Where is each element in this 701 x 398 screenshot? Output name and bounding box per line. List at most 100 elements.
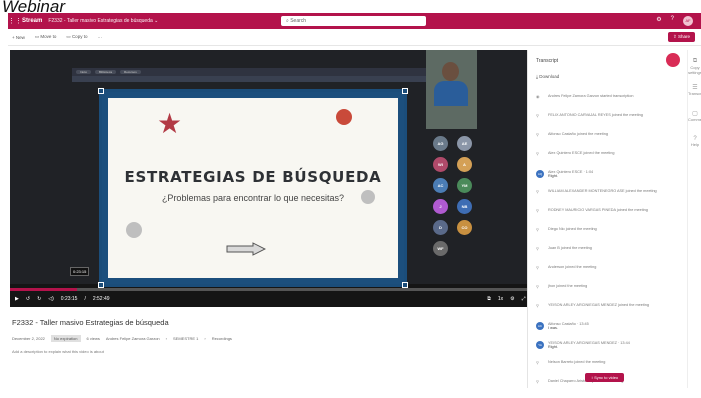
speed-button[interactable]: 1x	[498, 296, 503, 302]
page-caption: Webinar	[2, 0, 65, 13]
transcript-entry[interactable]: ⚲ Alex Quintero ESCE joined the meeting	[536, 151, 681, 170]
rail-item[interactable]: ☰Transcript	[688, 84, 701, 96]
record-icon[interactable]	[666, 53, 680, 67]
person-joined-icon: ⚲	[536, 266, 539, 270]
transcript-entry[interactable]: YA YEISON ARLEY ARCINIEGAS MENDEZ · 13:44…	[536, 341, 681, 360]
expiry-badge[interactable]: No expiration	[50, 335, 81, 342]
comments-icon: ▢	[692, 111, 698, 117]
command-bar: + New ▭ Move to ▭ Copy to ··· ⇪ Share	[8, 29, 701, 46]
participant-avatar: WI	[433, 157, 448, 172]
shared-tab: Recursos	[120, 70, 141, 74]
document-name: F2332 - Taller masivo Estrategias de bús…	[48, 18, 153, 24]
speech-block: Alfonso Castaño · 13:45 I was.	[548, 322, 589, 330]
participant-avatar: AG	[433, 136, 448, 151]
copy-to-button[interactable]: ▭ Copy to	[66, 34, 87, 40]
speaker-avatar: YA	[536, 341, 544, 349]
search-placeholder: Search	[290, 18, 307, 24]
frame-corner	[402, 88, 408, 94]
transcript-entry[interactable]: ⚲ Anderson joined the meeting	[536, 265, 681, 284]
transcript-entry[interactable]: ⚲ Alfonso Castaño joined the meeting	[536, 132, 681, 151]
transcript-entry[interactable]: AQ Alex Quintero ESCE · 1:04 Right.	[536, 170, 681, 189]
transcript-entry[interactable]: ⚲ Diego Nio joined the meeting	[536, 227, 681, 246]
transcription-icon: ◉	[536, 95, 540, 99]
transcript-entry[interactable]: ⚲ Juan B joined the meeting	[536, 246, 681, 265]
participant-avatar: D	[433, 220, 448, 235]
forward-icon[interactable]: ↻	[37, 296, 41, 302]
captions-icon[interactable]: ⧉	[487, 296, 491, 302]
transcript-panel: Transcript ⤓ Download ◉ Andres Felipe Zam…	[527, 50, 687, 388]
views-count: 6 views	[86, 336, 100, 341]
speech-block: YEISON ARLEY ARCINIEGAS MENDEZ · 13:44 Ri…	[548, 341, 630, 349]
transcript-entry[interactable]: AC Alfonso Castaño · 13:45 I was.	[536, 322, 681, 341]
settings-icon[interactable]: ⚙	[510, 296, 514, 302]
participant-avatar: A	[457, 157, 472, 172]
rewind-icon[interactable]: ↺	[26, 296, 30, 302]
description-field[interactable]: Add a description to explain what this v…	[12, 349, 522, 354]
help-icon[interactable]: ?	[671, 16, 674, 26]
video-player[interactable]: Inicio Biblioteca Recursos ★ ESTRATEGIAS…	[10, 50, 527, 307]
more-button[interactable]: ···	[97, 35, 102, 40]
app-launcher-icon[interactable]: ⋮⋮	[8, 17, 22, 25]
video-frame[interactable]: Inicio Biblioteca Recursos ★ ESTRATEGIAS…	[10, 50, 527, 288]
transcript-entry[interactable]: ◉ Andres Felipe Zamora Garzon started tra…	[536, 94, 681, 113]
speech-block: Alex Quintero ESCE · 1:04 Right.	[548, 170, 593, 178]
person-joined-icon: ⚲	[536, 114, 539, 118]
transcript-entry[interactable]: ⚲ FELIX ANTONIO CARVAJAL REYES joined the…	[536, 113, 681, 132]
presenter-body	[434, 81, 468, 106]
rail-item[interactable]: ▢Comments	[688, 110, 701, 122]
share-button[interactable]: ⇪ Share	[667, 32, 695, 42]
breadcrumb-separator-icon: ›	[204, 336, 206, 341]
slide-subtitle: ¿Problemas para encontrar lo que necesit…	[161, 193, 345, 203]
gear-icon[interactable]: ⚙	[656, 16, 661, 26]
sync-label: Sync to video	[594, 375, 619, 380]
person-joined-icon: ⚲	[536, 152, 539, 156]
play-icon[interactable]: ▶	[15, 296, 19, 302]
video-title: F2332 - Taller masivo Estrategias de bús…	[12, 318, 169, 327]
search-input[interactable]: ⌕ Search	[281, 16, 426, 26]
download-button[interactable]: ⤓ Download	[536, 74, 559, 79]
rail-item[interactable]: ? Help	[688, 136, 701, 147]
transcript-entry[interactable]: ⚲ jhon joined the meeting	[536, 284, 681, 303]
rail-item-label: Copy settings	[688, 65, 701, 75]
event-text: Anderson joined the meeting	[548, 265, 597, 269]
time-separator: /	[84, 296, 86, 302]
participant-avatar: CO	[457, 220, 472, 235]
new-button[interactable]: + New	[12, 35, 25, 40]
avatar[interactable]: AF	[683, 16, 693, 26]
event-text: Andres Felipe Zamora Garzon started tran…	[548, 94, 634, 98]
event-text: Alex Quintero ESCE joined the meeting	[548, 151, 615, 155]
event-text: WILLIAM ALEXANDER MONTENEGRO ASE joined …	[548, 189, 657, 193]
transcript-list[interactable]: ◉ Andres Felipe Zamora Garzon started tra…	[536, 94, 681, 398]
download-label: Download	[539, 74, 560, 79]
breadcrumb-path[interactable]: SEMESTRE 1	[173, 336, 198, 341]
participant-avatar: WF	[433, 241, 448, 256]
player-controls: ▶ ↺ ↻ ◁) 0:23:15 / 2:52:49 ⧉ 1x ⚙ ⤢	[10, 291, 527, 307]
volume-icon[interactable]: ◁)	[48, 296, 54, 302]
transcript-entry[interactable]: ⚲ WILLIAM ALEXANDER MONTENEGRO ASE joined…	[536, 189, 681, 208]
event-text: YEISON ARLEY ARCINIEGAS MENDEZ joined th…	[548, 303, 650, 307]
top-app-bar: ⋮⋮ Stream F2332 - Taller masivo Estrateg…	[8, 13, 701, 29]
person-joined-icon: ⚲	[536, 190, 539, 194]
breadcrumb-folder[interactable]: Recordings	[212, 336, 232, 341]
document-name-chevron-icon[interactable]: ⌄	[153, 18, 158, 24]
person-joined-icon: ⚲	[536, 209, 539, 213]
copy-to-label: Copy to	[71, 34, 88, 39]
duration: 2:52:49	[92, 296, 110, 302]
participant-avatar: J	[433, 199, 448, 214]
rail-item[interactable]: ⧉ Copy settings	[688, 58, 701, 75]
event-text: Diego Nio joined the meeting	[548, 227, 597, 231]
right-side-rail: ⧉Copy settings ☰Transcript ▢Comments ?Help	[687, 50, 701, 388]
move-to-button[interactable]: ▭ Move to	[35, 34, 57, 40]
transcript-entry[interactable]: ⚲ YEISON ARLEY ARCINIEGAS MENDEZ joined t…	[536, 303, 681, 322]
event-text: jhon joined the meeting	[548, 284, 588, 288]
event-text: Alfonso Castaño joined the meeting	[548, 132, 608, 136]
person-joined-icon: ⚲	[536, 361, 539, 365]
author-link[interactable]: Andres Felipe Zamora Garzon	[106, 336, 160, 341]
copy-settings-icon: ⧉	[692, 58, 698, 64]
app-name[interactable]: Stream	[22, 18, 42, 24]
person-joined-icon: ⚲	[536, 304, 539, 308]
transcript-entry[interactable]: ⚲ RODNEY MAURICIO VARGAS PINEDA joined th…	[536, 208, 681, 227]
sync-to-video-button[interactable]: ↕ Sync to video	[585, 373, 625, 382]
rail-item-label: Comments	[688, 117, 701, 122]
current-time: 0:23:15	[60, 296, 78, 302]
